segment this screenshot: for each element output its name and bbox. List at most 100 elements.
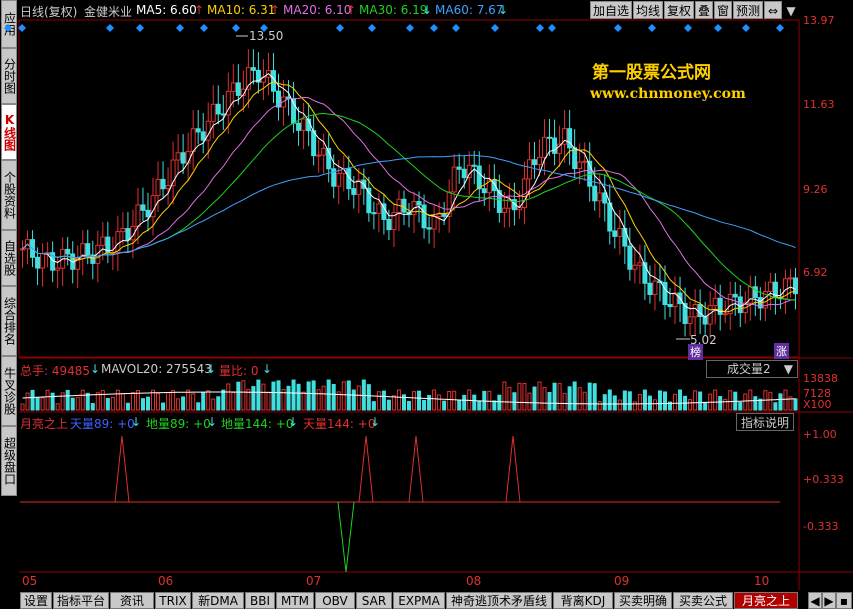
tab-bbi[interactable]: BBI — [245, 592, 275, 609]
tab-buy-sell-clear[interactable]: 买卖明确 — [614, 592, 672, 609]
volume-bar — [652, 399, 657, 411]
volume-bar — [371, 401, 376, 411]
volume-indicator-select[interactable]: 成交量2 ▼ — [706, 360, 798, 378]
volume-bar — [662, 391, 667, 411]
candle-body — [100, 236, 106, 246]
candle-body — [687, 316, 693, 324]
badge-bang[interactable]: 榜 — [688, 344, 703, 360]
candle-body — [436, 213, 442, 218]
candle-body — [125, 228, 131, 241]
tab-trix[interactable]: TRIX — [155, 592, 191, 609]
volume-bar — [422, 399, 427, 411]
tab-news[interactable]: 资讯 — [110, 592, 154, 609]
volume-bar — [773, 402, 778, 411]
indicator-scale-2: +0.333 — [803, 473, 844, 486]
volume-bar — [743, 393, 748, 411]
volume-bar — [251, 386, 256, 411]
volume-bar — [713, 389, 718, 411]
volume-bar — [492, 400, 497, 411]
tab-settings[interactable]: 设置 — [20, 592, 52, 609]
tab-indicator-platform[interactable]: 指标平台 — [53, 592, 109, 609]
volume-bar — [678, 389, 683, 411]
signal-diamond — [176, 24, 184, 32]
date-label: 08 — [466, 574, 482, 588]
volume-bar — [115, 389, 120, 411]
tab-buy-sell-formula[interactable]: 买卖公式 — [673, 592, 733, 609]
volume-bar — [140, 398, 145, 411]
candle-body — [612, 230, 618, 237]
candle-body — [737, 296, 743, 314]
volume-bar — [602, 394, 607, 411]
candle-body — [602, 192, 608, 204]
volume-bar — [130, 392, 135, 411]
tab-moon[interactable]: 月亮之上 — [734, 592, 798, 609]
candle-body — [526, 159, 532, 180]
candle-body — [381, 203, 387, 220]
volume-bar — [30, 389, 35, 411]
volume-bar — [271, 381, 276, 411]
signal-diamond — [136, 24, 144, 32]
ground89-arrow: ↓ — [207, 415, 218, 429]
scroll-right-icon[interactable]: ▶ — [822, 592, 836, 609]
scroll-left-icon[interactable]: ◀ — [808, 592, 822, 609]
candle-body — [692, 304, 698, 318]
tab-sar[interactable]: SAR — [356, 592, 392, 609]
candle-body — [401, 198, 407, 213]
volume-bar — [351, 389, 356, 411]
sky144-value: 天量144: +0 — [303, 417, 376, 431]
tab-divergence-kdj[interactable]: 背离KDJ — [553, 592, 613, 609]
volume-bar — [612, 395, 617, 411]
candle-body — [416, 201, 422, 206]
badge-zhang[interactable]: 涨 — [774, 343, 789, 359]
volume-bar — [447, 391, 452, 411]
volume-bar — [311, 380, 316, 411]
signal-diamond — [614, 24, 622, 32]
tab-escape-top[interactable]: 神奇逃顶术矛盾线 — [446, 592, 552, 609]
candle-body — [426, 227, 432, 230]
candle-body — [582, 160, 588, 163]
volume-bar — [477, 400, 482, 411]
candle-body — [210, 103, 216, 122]
indicator-help-button[interactable]: 指标说明 — [736, 413, 794, 431]
volume-bar — [753, 396, 758, 411]
candle-body — [336, 173, 342, 187]
tab-expma[interactable]: EXPMA — [393, 592, 445, 609]
mavol-value: MAVOL20: 275543 — [101, 362, 212, 376]
scroll-bar-icon[interactable]: ▪ — [836, 592, 852, 609]
signal-diamond — [648, 24, 656, 32]
signal-diamond — [106, 24, 114, 32]
volume-bar — [266, 391, 271, 411]
candle-body — [787, 277, 793, 280]
candle-body — [547, 136, 553, 139]
volume-bar — [366, 384, 371, 411]
volume-bar — [507, 386, 512, 411]
volume-bar — [70, 397, 75, 411]
volume-bar — [356, 385, 361, 411]
signal-diamond — [336, 24, 344, 32]
ground89-value: 地量89: +0 — [146, 417, 211, 431]
signal-diamond — [776, 24, 784, 32]
volume-bar — [527, 392, 532, 411]
volume-bar — [181, 396, 186, 411]
candle-body — [577, 161, 583, 170]
ground144-arrow: ↓ — [288, 415, 299, 429]
volume-bar — [768, 391, 773, 411]
volume-bar — [417, 390, 422, 411]
candle-body — [155, 178, 161, 197]
tab-newdma[interactable]: 新DMA — [192, 592, 244, 609]
volume-bar — [552, 382, 557, 411]
volume-bar — [301, 391, 306, 411]
tab-obv[interactable]: OBV — [315, 592, 355, 609]
volume-bar — [738, 402, 743, 411]
volume-bar — [728, 390, 733, 411]
volume-bar — [627, 391, 632, 411]
candle-body — [652, 280, 658, 295]
tab-mtm[interactable]: MTM — [276, 592, 314, 609]
volume-bar — [145, 396, 151, 411]
volume-bar — [196, 402, 201, 411]
volume-bar — [427, 395, 432, 411]
candle-body — [732, 293, 738, 298]
volume-bar — [80, 389, 85, 411]
volume-total: 总手: 49485 — [20, 364, 91, 378]
signal-diamond — [536, 24, 544, 32]
